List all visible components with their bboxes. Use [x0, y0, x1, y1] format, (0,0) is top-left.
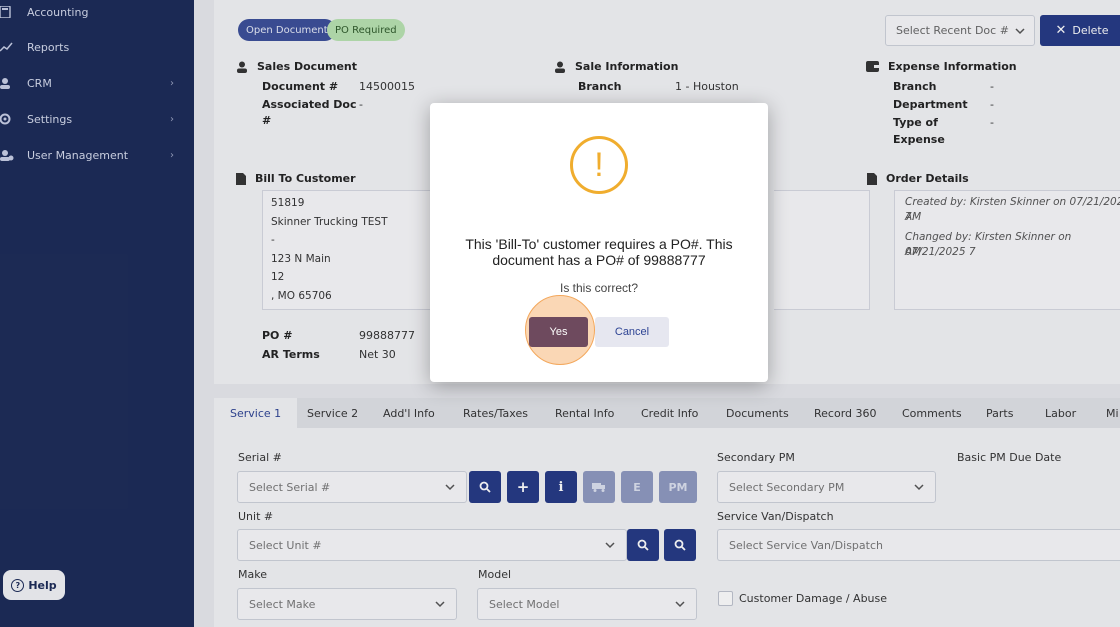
dialog-question: Is this correct?: [559, 281, 639, 295]
yes-button[interactable]: Yes: [529, 317, 588, 347]
cancel-button[interactable]: Cancel: [595, 317, 669, 347]
dialog-message: This 'Bill-To' customer requires a PO#. …: [465, 236, 733, 268]
warning-icon: !: [570, 136, 628, 194]
confirm-dialog: ! This 'Bill-To' customer requires a PO#…: [430, 103, 768, 382]
